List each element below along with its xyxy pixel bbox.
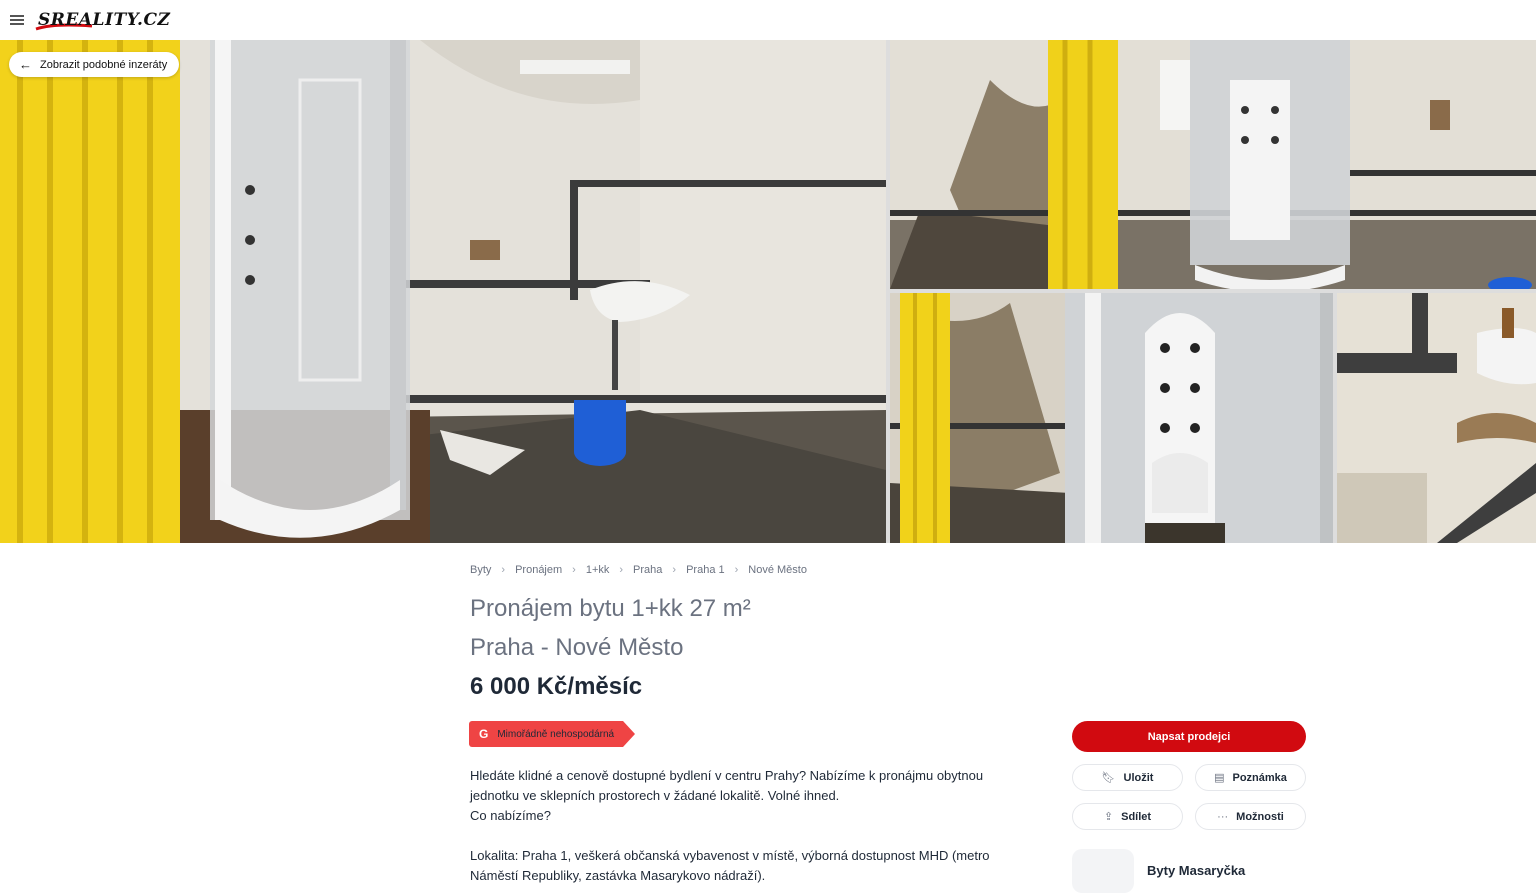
seller-name[interactable]: Byty Masaryčka (1147, 863, 1245, 878)
bathroom-photo-image (0, 40, 886, 543)
bathroom-photo-image (1337, 293, 1536, 543)
note-icon: ▤ (1214, 772, 1225, 784)
listing-description: Hledáte klidné a cenově dostupné bydlení… (470, 766, 1030, 886)
breadcrumb-item-praha[interactable]: Praha (633, 564, 662, 576)
energy-rating-badge: G Mimořádně nehospodárná (469, 721, 635, 747)
save-button[interactable]: 🔖︎ Uložit (1072, 764, 1183, 791)
share-icon: ⇪ (1103, 811, 1114, 823)
bookmark-icon: 🔖︎ (1101, 772, 1116, 784)
note-button[interactable]: ▤ Poznámka (1195, 764, 1306, 791)
more-label: Možnosti (1236, 810, 1284, 823)
breadcrumb-item-byty[interactable]: Byty (470, 564, 491, 576)
save-label: Uložit (1123, 771, 1154, 784)
gallery-photo-main[interactable]: ← Zobrazit podobné inzeráty (0, 40, 886, 543)
description-line: Náměstí Republiky, zastávka Masarykovo n… (470, 868, 766, 883)
breadcrumb-item-nove-mesto[interactable]: Nové Město (748, 564, 807, 576)
listing-price: 6 000 Kč/měsíc (470, 673, 643, 700)
breadcrumb-item-pronajem[interactable]: Pronájem (515, 564, 562, 576)
share-label: Sdílet (1121, 810, 1152, 823)
more-options-button[interactable]: ··· Možnosti (1195, 803, 1306, 830)
chevron-right-icon: › (619, 564, 624, 576)
description-line: jednotku ve sklepních prostorech v žádan… (470, 788, 840, 803)
breadcrumb-item-praha-1[interactable]: Praha 1 (686, 564, 725, 576)
breadcrumb-item-1kk[interactable]: 1+kk (586, 564, 610, 576)
arrow-left-icon: ← (19, 57, 32, 72)
show-similar-label: Zobrazit podobné inzeráty (40, 58, 168, 71)
photo-gallery: ← Zobrazit podobné inzeráty (0, 40, 1536, 543)
top-bar: SREALITY.CZ (0, 0, 1536, 40)
energy-label: Mimořádně nehospodárná (497, 728, 615, 740)
gallery-photo-3[interactable] (890, 293, 1333, 543)
description-line: Co nabízíme? (470, 808, 551, 823)
chevron-right-icon: › (672, 564, 677, 576)
chevron-right-icon: › (572, 564, 576, 576)
chevron-right-icon: › (501, 564, 506, 576)
contact-seller-button[interactable]: Napsat prodejci (1072, 721, 1306, 752)
bathroom-photo-image (890, 40, 1536, 289)
logo-text: SREALITY.CZ (38, 10, 171, 30)
gallery-photo-2[interactable] (890, 40, 1536, 289)
energy-grade: G (479, 727, 489, 741)
description-line: Lokalita: Praha 1, veškerá občanská vyba… (470, 848, 990, 863)
show-similar-button[interactable]: ← Zobrazit podobné inzeráty (9, 52, 180, 77)
hamburger-menu-icon[interactable] (10, 15, 24, 25)
gallery-photo-4[interactable] (1337, 293, 1536, 543)
listing-title: Pronájem bytu 1+kk 27 m² (470, 595, 751, 622)
chevron-right-icon: › (734, 564, 739, 576)
note-label: Poznámka (1232, 771, 1287, 784)
share-button[interactable]: ⇪ Sdílet (1072, 803, 1183, 830)
listing-location: Praha - Nové Město (470, 634, 684, 661)
seller-avatar[interactable] (1072, 849, 1134, 893)
bathroom-photo-image (890, 293, 1333, 543)
more-dots-icon: ··· (1217, 810, 1229, 823)
site-logo[interactable]: SREALITY.CZ (34, 7, 174, 33)
breadcrumb: Byty › Pronájem › 1+kk › Praha › Praha 1… (470, 564, 807, 576)
description-line: Hledáte klidné a cenově dostupné bydlení… (470, 768, 984, 783)
